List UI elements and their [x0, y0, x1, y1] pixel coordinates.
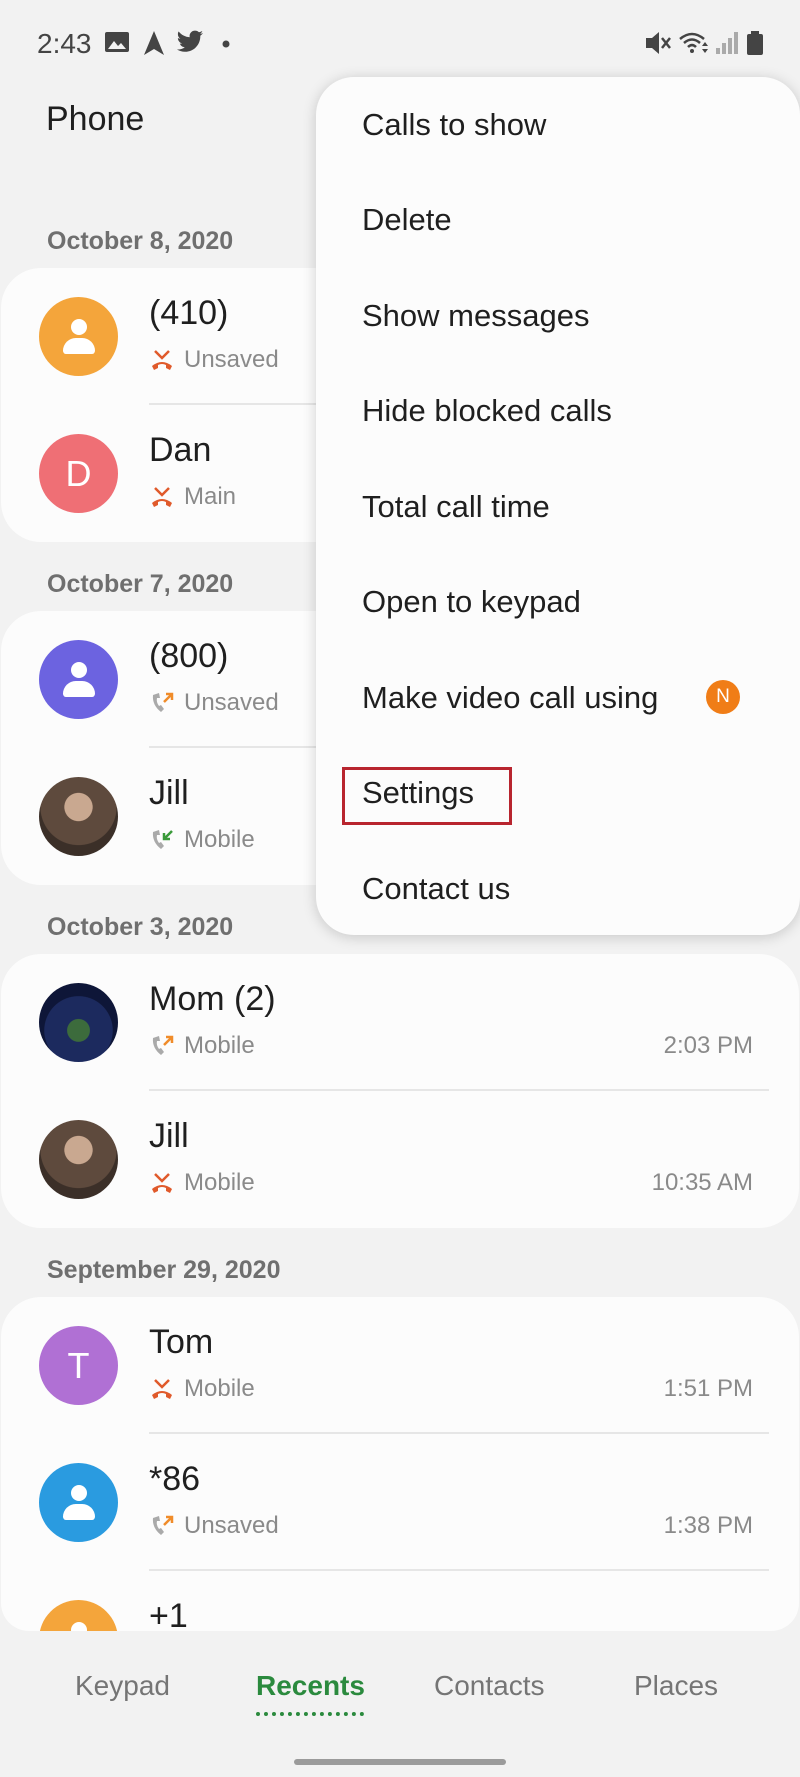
- call-label: Mobile: [184, 1032, 255, 1059]
- call-subtitle: Mobile: [149, 1169, 255, 1197]
- contact-name: Mom (2): [149, 980, 276, 1018]
- outgoing-call-icon: [152, 692, 174, 712]
- contact-avatar: D: [39, 434, 118, 513]
- menu-item-hide-blocked-calls[interactable]: Hide blocked calls: [362, 393, 612, 429]
- contact-name: +1: [149, 1597, 188, 1631]
- call-subtitle: Mobile: [149, 1375, 255, 1403]
- contact-avatar: [39, 640, 118, 719]
- tab-recents[interactable]: Recents: [256, 1670, 365, 1702]
- contact-name: Jill: [149, 774, 189, 812]
- call-log-card: Mom (2) Mobile 2:03 PM Jill Mobile 10:35…: [1, 954, 799, 1228]
- contact-avatar: [39, 1600, 118, 1631]
- contact-name: Tom: [149, 1323, 214, 1361]
- battery-icon: [747, 31, 763, 55]
- call-label: Unsaved: [184, 346, 279, 373]
- avatar-letter: T: [67, 1344, 90, 1386]
- status-time: 2:43: [37, 28, 92, 59]
- call-time: 10:35 AM: [651, 1169, 753, 1196]
- new-badge: N: [706, 680, 740, 714]
- contact-name: (800): [149, 637, 229, 675]
- call-subtitle: Main: [149, 483, 236, 511]
- date-header: October 7, 2020: [47, 570, 234, 598]
- active-tab-indicator: [256, 1712, 364, 1716]
- wifi-icon: [679, 32, 708, 53]
- page-title: Phone: [46, 100, 145, 138]
- incoming-call-icon: [152, 830, 173, 849]
- outgoing-call-icon: [152, 1515, 174, 1535]
- missed-call-icon: [152, 350, 172, 370]
- person-icon: [59, 1483, 99, 1523]
- missed-call-icon: [152, 1379, 172, 1399]
- call-subtitle: Unsaved: [149, 689, 279, 717]
- person-icon: [59, 317, 99, 357]
- call-label: Unsaved: [184, 1512, 279, 1539]
- gallery-icon: [105, 32, 129, 52]
- call-label: Unsaved: [184, 689, 279, 716]
- mute-icon: [646, 32, 671, 54]
- tab-places[interactable]: Places: [634, 1670, 718, 1702]
- menu-item-total-call-time[interactable]: Total call time: [362, 489, 550, 525]
- call-log-row[interactable]: Jill Mobile 10:35 AM: [1, 1091, 799, 1228]
- call-time: 1:38 PM: [663, 1512, 753, 1539]
- avatar-letter: D: [65, 452, 92, 494]
- contact-avatar: [39, 297, 118, 376]
- twitter-icon: [176, 30, 203, 52]
- date-header: October 8, 2020: [47, 227, 234, 255]
- call-label: Mobile: [184, 826, 255, 853]
- contact-avatar: [39, 1463, 118, 1542]
- call-log-row[interactable]: T Tom Mobile 1:51 PM: [1, 1297, 799, 1434]
- call-log-row[interactable]: Mom (2) Mobile 2:03 PM: [1, 954, 799, 1091]
- menu-item-make-video-call-using[interactable]: Make video call using: [362, 680, 658, 716]
- call-log-row[interactable]: +1: [1, 1571, 799, 1631]
- signal-icon: [716, 32, 738, 54]
- contact-name: Dan: [149, 431, 212, 469]
- call-log-row[interactable]: *86 Unsaved 1:38 PM: [1, 1434, 799, 1571]
- menu-item-show-messages[interactable]: Show messages: [362, 298, 589, 334]
- date-header: October 3, 2020: [47, 913, 234, 941]
- menu-item-delete[interactable]: Delete: [362, 202, 452, 238]
- navigation-icon: [144, 31, 164, 55]
- contact-name: (410): [149, 294, 229, 332]
- outgoing-call-icon: [152, 1035, 174, 1055]
- call-subtitle: Unsaved: [149, 346, 279, 374]
- missed-call-icon: [152, 487, 172, 507]
- call-time: 1:51 PM: [663, 1375, 753, 1402]
- call-label: Mobile: [184, 1375, 255, 1402]
- call-time: 2:03 PM: [663, 1032, 753, 1059]
- contact-photo: [39, 777, 118, 856]
- missed-call-icon: [152, 1173, 172, 1193]
- call-subtitle: Mobile: [149, 826, 255, 854]
- call-subtitle: Mobile: [149, 1032, 255, 1060]
- menu-item-settings[interactable]: Settings: [362, 775, 474, 811]
- call-subtitle: Unsaved: [149, 1512, 279, 1540]
- home-indicator[interactable]: [294, 1759, 506, 1765]
- tab-contacts[interactable]: Contacts: [434, 1670, 545, 1702]
- menu-item-contact-us[interactable]: Contact us: [362, 871, 510, 907]
- date-header: September 29, 2020: [47, 1256, 281, 1284]
- menu-item-calls-to-show[interactable]: Calls to show: [362, 107, 546, 143]
- overflow-menu: Calls to show Delete Show messages Hide …: [316, 77, 800, 935]
- contact-photo: [39, 983, 118, 1062]
- call-log-card: T Tom Mobile 1:51 PM *86 Unsaved 1:38 PM…: [1, 1297, 799, 1631]
- menu-item-open-to-keypad[interactable]: Open to keypad: [362, 584, 581, 620]
- call-label: Main: [184, 483, 237, 510]
- contact-avatar: T: [39, 1326, 118, 1405]
- notification-dot-icon: [222, 40, 230, 48]
- contact-name: *86: [149, 1460, 201, 1498]
- person-icon: [59, 660, 99, 700]
- call-label: Mobile: [184, 1169, 255, 1196]
- contact-name: Jill: [149, 1117, 189, 1155]
- contact-photo: [39, 1120, 118, 1199]
- tab-keypad[interactable]: Keypad: [75, 1670, 170, 1702]
- person-icon: [59, 1620, 99, 1631]
- bottom-navigation: Keypad Recents Contacts Places: [0, 1640, 800, 1730]
